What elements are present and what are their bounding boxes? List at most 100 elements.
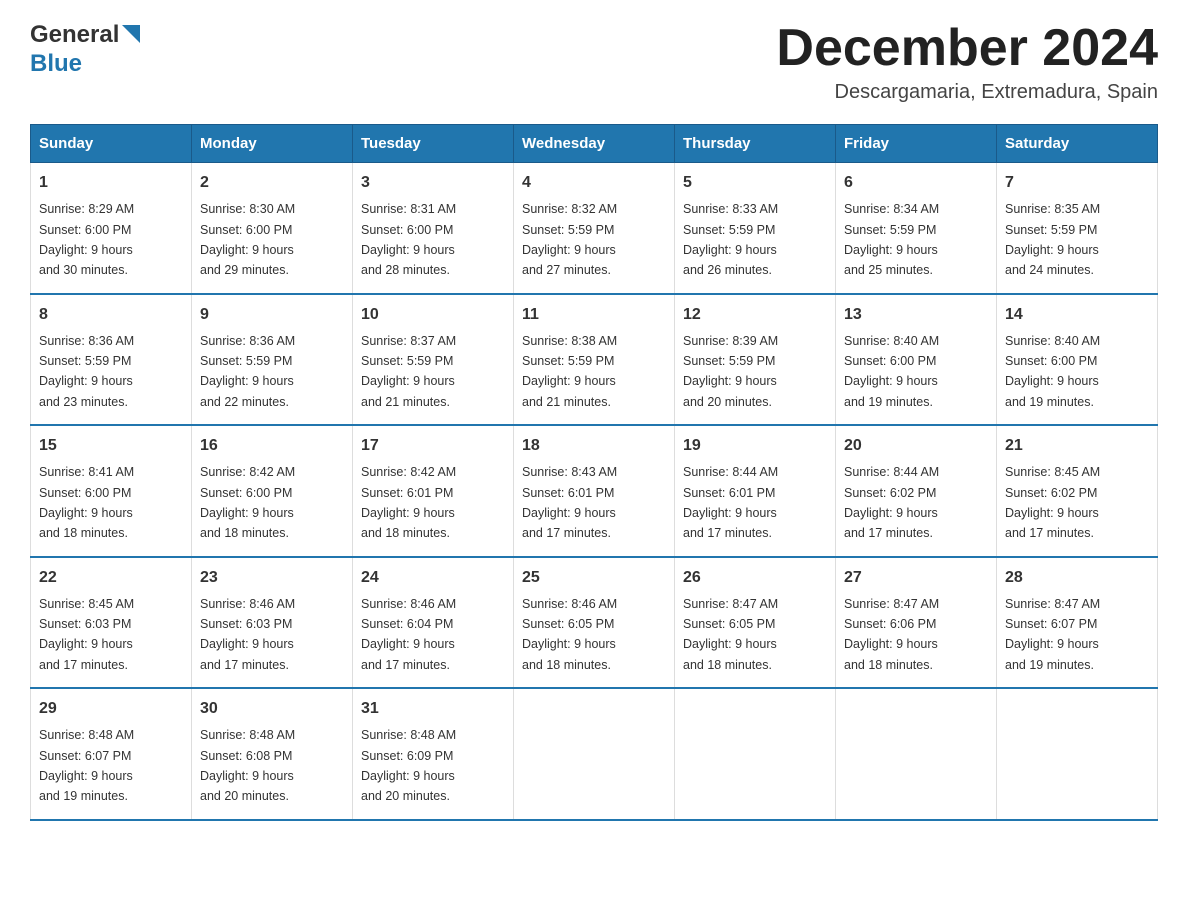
day-number: 11 (522, 303, 666, 327)
day-info: Sunrise: 8:36 AMSunset: 5:59 PMDaylight:… (39, 334, 134, 409)
day-number: 4 (522, 171, 666, 195)
table-row: 16 Sunrise: 8:42 AMSunset: 6:00 PMDaylig… (192, 425, 353, 557)
table-row: 31 Sunrise: 8:48 AMSunset: 6:09 PMDaylig… (353, 688, 514, 820)
day-info: Sunrise: 8:46 AMSunset: 6:04 PMDaylight:… (361, 597, 456, 672)
location-subtitle: Descargamaria, Extremadura, Spain (776, 81, 1158, 104)
table-row: 5 Sunrise: 8:33 AMSunset: 5:59 PMDayligh… (675, 163, 836, 294)
day-info: Sunrise: 8:36 AMSunset: 5:59 PMDaylight:… (200, 334, 295, 409)
day-number: 20 (844, 434, 988, 458)
table-row: 9 Sunrise: 8:36 AMSunset: 5:59 PMDayligh… (192, 294, 353, 426)
day-number: 29 (39, 697, 183, 721)
table-row: 18 Sunrise: 8:43 AMSunset: 6:01 PMDaylig… (514, 425, 675, 557)
calendar-week-row: 1 Sunrise: 8:29 AMSunset: 6:00 PMDayligh… (31, 163, 1158, 294)
day-info: Sunrise: 8:39 AMSunset: 5:59 PMDaylight:… (683, 334, 778, 409)
day-info: Sunrise: 8:30 AMSunset: 6:00 PMDaylight:… (200, 202, 295, 277)
table-row (997, 688, 1158, 820)
day-number: 5 (683, 171, 827, 195)
table-row: 28 Sunrise: 8:47 AMSunset: 6:07 PMDaylig… (997, 557, 1158, 689)
day-number: 15 (39, 434, 183, 458)
calendar-week-row: 29 Sunrise: 8:48 AMSunset: 6:07 PMDaylig… (31, 688, 1158, 820)
day-number: 16 (200, 434, 344, 458)
table-row: 13 Sunrise: 8:40 AMSunset: 6:00 PMDaylig… (836, 294, 997, 426)
calendar-week-row: 8 Sunrise: 8:36 AMSunset: 5:59 PMDayligh… (31, 294, 1158, 426)
day-info: Sunrise: 8:40 AMSunset: 6:00 PMDaylight:… (1005, 334, 1100, 409)
table-row: 29 Sunrise: 8:48 AMSunset: 6:07 PMDaylig… (31, 688, 192, 820)
table-row: 23 Sunrise: 8:46 AMSunset: 6:03 PMDaylig… (192, 557, 353, 689)
day-info: Sunrise: 8:47 AMSunset: 6:06 PMDaylight:… (844, 597, 939, 672)
day-info: Sunrise: 8:45 AMSunset: 6:03 PMDaylight:… (39, 597, 134, 672)
col-thursday: Thursday (675, 125, 836, 163)
table-row: 27 Sunrise: 8:47 AMSunset: 6:06 PMDaylig… (836, 557, 997, 689)
logo-general: General (30, 21, 119, 49)
day-info: Sunrise: 8:42 AMSunset: 6:01 PMDaylight:… (361, 465, 456, 540)
col-monday: Monday (192, 125, 353, 163)
day-number: 31 (361, 697, 505, 721)
col-tuesday: Tuesday (353, 125, 514, 163)
day-info: Sunrise: 8:29 AMSunset: 6:00 PMDaylight:… (39, 202, 134, 277)
table-row: 14 Sunrise: 8:40 AMSunset: 6:00 PMDaylig… (997, 294, 1158, 426)
day-number: 26 (683, 566, 827, 590)
table-row: 30 Sunrise: 8:48 AMSunset: 6:08 PMDaylig… (192, 688, 353, 820)
day-number: 10 (361, 303, 505, 327)
day-info: Sunrise: 8:41 AMSunset: 6:00 PMDaylight:… (39, 465, 134, 540)
calendar-week-row: 22 Sunrise: 8:45 AMSunset: 6:03 PMDaylig… (31, 557, 1158, 689)
col-wednesday: Wednesday (514, 125, 675, 163)
day-info: Sunrise: 8:48 AMSunset: 6:08 PMDaylight:… (200, 728, 295, 803)
table-row: 12 Sunrise: 8:39 AMSunset: 5:59 PMDaylig… (675, 294, 836, 426)
col-friday: Friday (836, 125, 997, 163)
day-number: 3 (361, 171, 505, 195)
title-block: December 2024 Descargamaria, Extremadura… (776, 20, 1158, 104)
day-info: Sunrise: 8:44 AMSunset: 6:02 PMDaylight:… (844, 465, 939, 540)
day-number: 25 (522, 566, 666, 590)
day-number: 28 (1005, 566, 1149, 590)
table-row: 10 Sunrise: 8:37 AMSunset: 5:59 PMDaylig… (353, 294, 514, 426)
col-saturday: Saturday (997, 125, 1158, 163)
table-row: 7 Sunrise: 8:35 AMSunset: 5:59 PMDayligh… (997, 163, 1158, 294)
logo-triangle (122, 22, 140, 50)
day-number: 19 (683, 434, 827, 458)
day-info: Sunrise: 8:46 AMSunset: 6:03 PMDaylight:… (200, 597, 295, 672)
day-info: Sunrise: 8:32 AMSunset: 5:59 PMDaylight:… (522, 202, 617, 277)
table-row: 25 Sunrise: 8:46 AMSunset: 6:05 PMDaylig… (514, 557, 675, 689)
table-row: 3 Sunrise: 8:31 AMSunset: 6:00 PMDayligh… (353, 163, 514, 294)
table-row: 17 Sunrise: 8:42 AMSunset: 6:01 PMDaylig… (353, 425, 514, 557)
day-number: 21 (1005, 434, 1149, 458)
col-sunday: Sunday (31, 125, 192, 163)
calendar-table: Sunday Monday Tuesday Wednesday Thursday… (30, 124, 1158, 821)
day-info: Sunrise: 8:42 AMSunset: 6:00 PMDaylight:… (200, 465, 295, 540)
calendar-week-row: 15 Sunrise: 8:41 AMSunset: 6:00 PMDaylig… (31, 425, 1158, 557)
day-number: 14 (1005, 303, 1149, 327)
day-number: 8 (39, 303, 183, 327)
day-number: 7 (1005, 171, 1149, 195)
day-number: 24 (361, 566, 505, 590)
day-info: Sunrise: 8:48 AMSunset: 6:07 PMDaylight:… (39, 728, 134, 803)
day-info: Sunrise: 8:34 AMSunset: 5:59 PMDaylight:… (844, 202, 939, 277)
day-info: Sunrise: 8:31 AMSunset: 6:00 PMDaylight:… (361, 202, 456, 277)
table-row (514, 688, 675, 820)
day-number: 12 (683, 303, 827, 327)
day-info: Sunrise: 8:40 AMSunset: 6:00 PMDaylight:… (844, 334, 939, 409)
table-row (836, 688, 997, 820)
day-number: 27 (844, 566, 988, 590)
day-info: Sunrise: 8:45 AMSunset: 6:02 PMDaylight:… (1005, 465, 1100, 540)
day-number: 17 (361, 434, 505, 458)
day-number: 13 (844, 303, 988, 327)
table-row: 1 Sunrise: 8:29 AMSunset: 6:00 PMDayligh… (31, 163, 192, 294)
day-info: Sunrise: 8:47 AMSunset: 6:05 PMDaylight:… (683, 597, 778, 672)
month-title: December 2024 (776, 20, 1158, 77)
day-number: 9 (200, 303, 344, 327)
day-number: 6 (844, 171, 988, 195)
table-row: 15 Sunrise: 8:41 AMSunset: 6:00 PMDaylig… (31, 425, 192, 557)
day-info: Sunrise: 8:47 AMSunset: 6:07 PMDaylight:… (1005, 597, 1100, 672)
logo-text: General Blue (30, 20, 140, 77)
table-row: 8 Sunrise: 8:36 AMSunset: 5:59 PMDayligh… (31, 294, 192, 426)
day-info: Sunrise: 8:33 AMSunset: 5:59 PMDaylight:… (683, 202, 778, 277)
day-info: Sunrise: 8:38 AMSunset: 5:59 PMDaylight:… (522, 334, 617, 409)
day-info: Sunrise: 8:48 AMSunset: 6:09 PMDaylight:… (361, 728, 456, 803)
day-info: Sunrise: 8:35 AMSunset: 5:59 PMDaylight:… (1005, 202, 1100, 277)
day-number: 23 (200, 566, 344, 590)
day-info: Sunrise: 8:43 AMSunset: 6:01 PMDaylight:… (522, 465, 617, 540)
table-row: 26 Sunrise: 8:47 AMSunset: 6:05 PMDaylig… (675, 557, 836, 689)
table-row: 11 Sunrise: 8:38 AMSunset: 5:59 PMDaylig… (514, 294, 675, 426)
table-row: 24 Sunrise: 8:46 AMSunset: 6:04 PMDaylig… (353, 557, 514, 689)
